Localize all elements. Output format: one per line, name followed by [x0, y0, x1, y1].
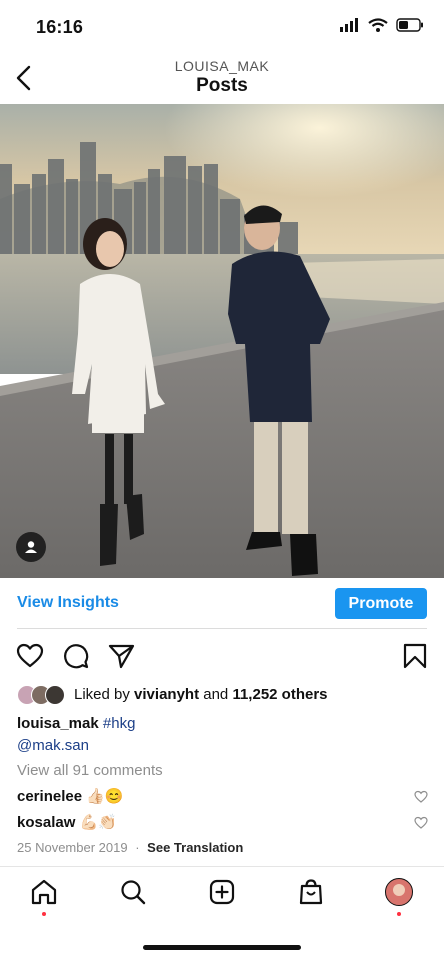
user-tag-button[interactable] [16, 532, 46, 562]
post-date: 25 November 2019 [17, 840, 128, 855]
likes-user[interactable]: vivianyht [134, 686, 199, 703]
user-tag-icon [25, 541, 37, 553]
heart-icon[interactable] [16, 642, 44, 670]
status-icons [340, 18, 424, 32]
signal-icon [340, 18, 358, 32]
search-icon[interactable] [119, 878, 147, 906]
status-time: 16:16 [36, 17, 84, 37]
shop-icon[interactable] [297, 878, 325, 906]
profile-notification-dot [397, 912, 401, 916]
promote-button[interactable]: Promote [335, 588, 427, 619]
nav-divider [0, 866, 444, 867]
caption-hashtag[interactable]: #hkg [103, 715, 136, 732]
likes-count[interactable]: 11,252 others [232, 686, 327, 703]
divider [17, 628, 427, 629]
post-image [0, 104, 444, 578]
comment-text: 👍🏻😊 [86, 788, 124, 805]
home-icon[interactable] [30, 878, 58, 906]
wifi-icon [368, 18, 388, 32]
page-title: Posts [196, 75, 248, 96]
likes-middle: and [199, 686, 233, 703]
home-indicator [143, 945, 301, 950]
post-meta: 25 November 2019 · See Translation [17, 840, 243, 855]
home-notification-dot [42, 912, 46, 916]
share-icon[interactable] [107, 642, 135, 670]
header-username: LOUISA_MAK [174, 58, 270, 74]
comment-username[interactable]: cerinelee [17, 788, 82, 805]
likes-text[interactable]: Liked by vivianyht and 11,252 others [74, 686, 328, 703]
comment-username[interactable]: kosalaw [17, 814, 75, 831]
avatar [45, 685, 65, 705]
comment-text: 💪🏻👏🏻 [79, 814, 117, 831]
view-all-comments-link[interactable]: View all 91 comments [17, 762, 163, 779]
meta-separator: · [135, 840, 140, 855]
new-post-icon[interactable] [208, 878, 236, 906]
caption-username[interactable]: louisa_mak [17, 715, 99, 732]
view-insights-link[interactable]: View Insights [17, 594, 119, 612]
liker-avatars[interactable] [17, 685, 69, 705]
profile-icon[interactable] [385, 878, 413, 906]
comment-item: kosalaw 💪🏻👏🏻 [17, 813, 117, 831]
profile-face [393, 884, 405, 896]
see-translation-link[interactable]: See Translation [147, 840, 243, 855]
battery-icon [396, 18, 423, 32]
comment-like-icon[interactable] [414, 790, 428, 804]
likes-prefix: Liked by [74, 686, 135, 703]
comment-item: cerinelee 👍🏻😊 [17, 787, 124, 805]
comment-icon[interactable] [62, 642, 90, 670]
caption-mention[interactable]: @mak.san [17, 737, 89, 754]
comment-like-icon[interactable] [414, 816, 428, 830]
bookmark-icon[interactable] [401, 642, 429, 670]
post-photo[interactable] [0, 104, 444, 578]
caption: louisa_mak #hkg [17, 715, 135, 732]
